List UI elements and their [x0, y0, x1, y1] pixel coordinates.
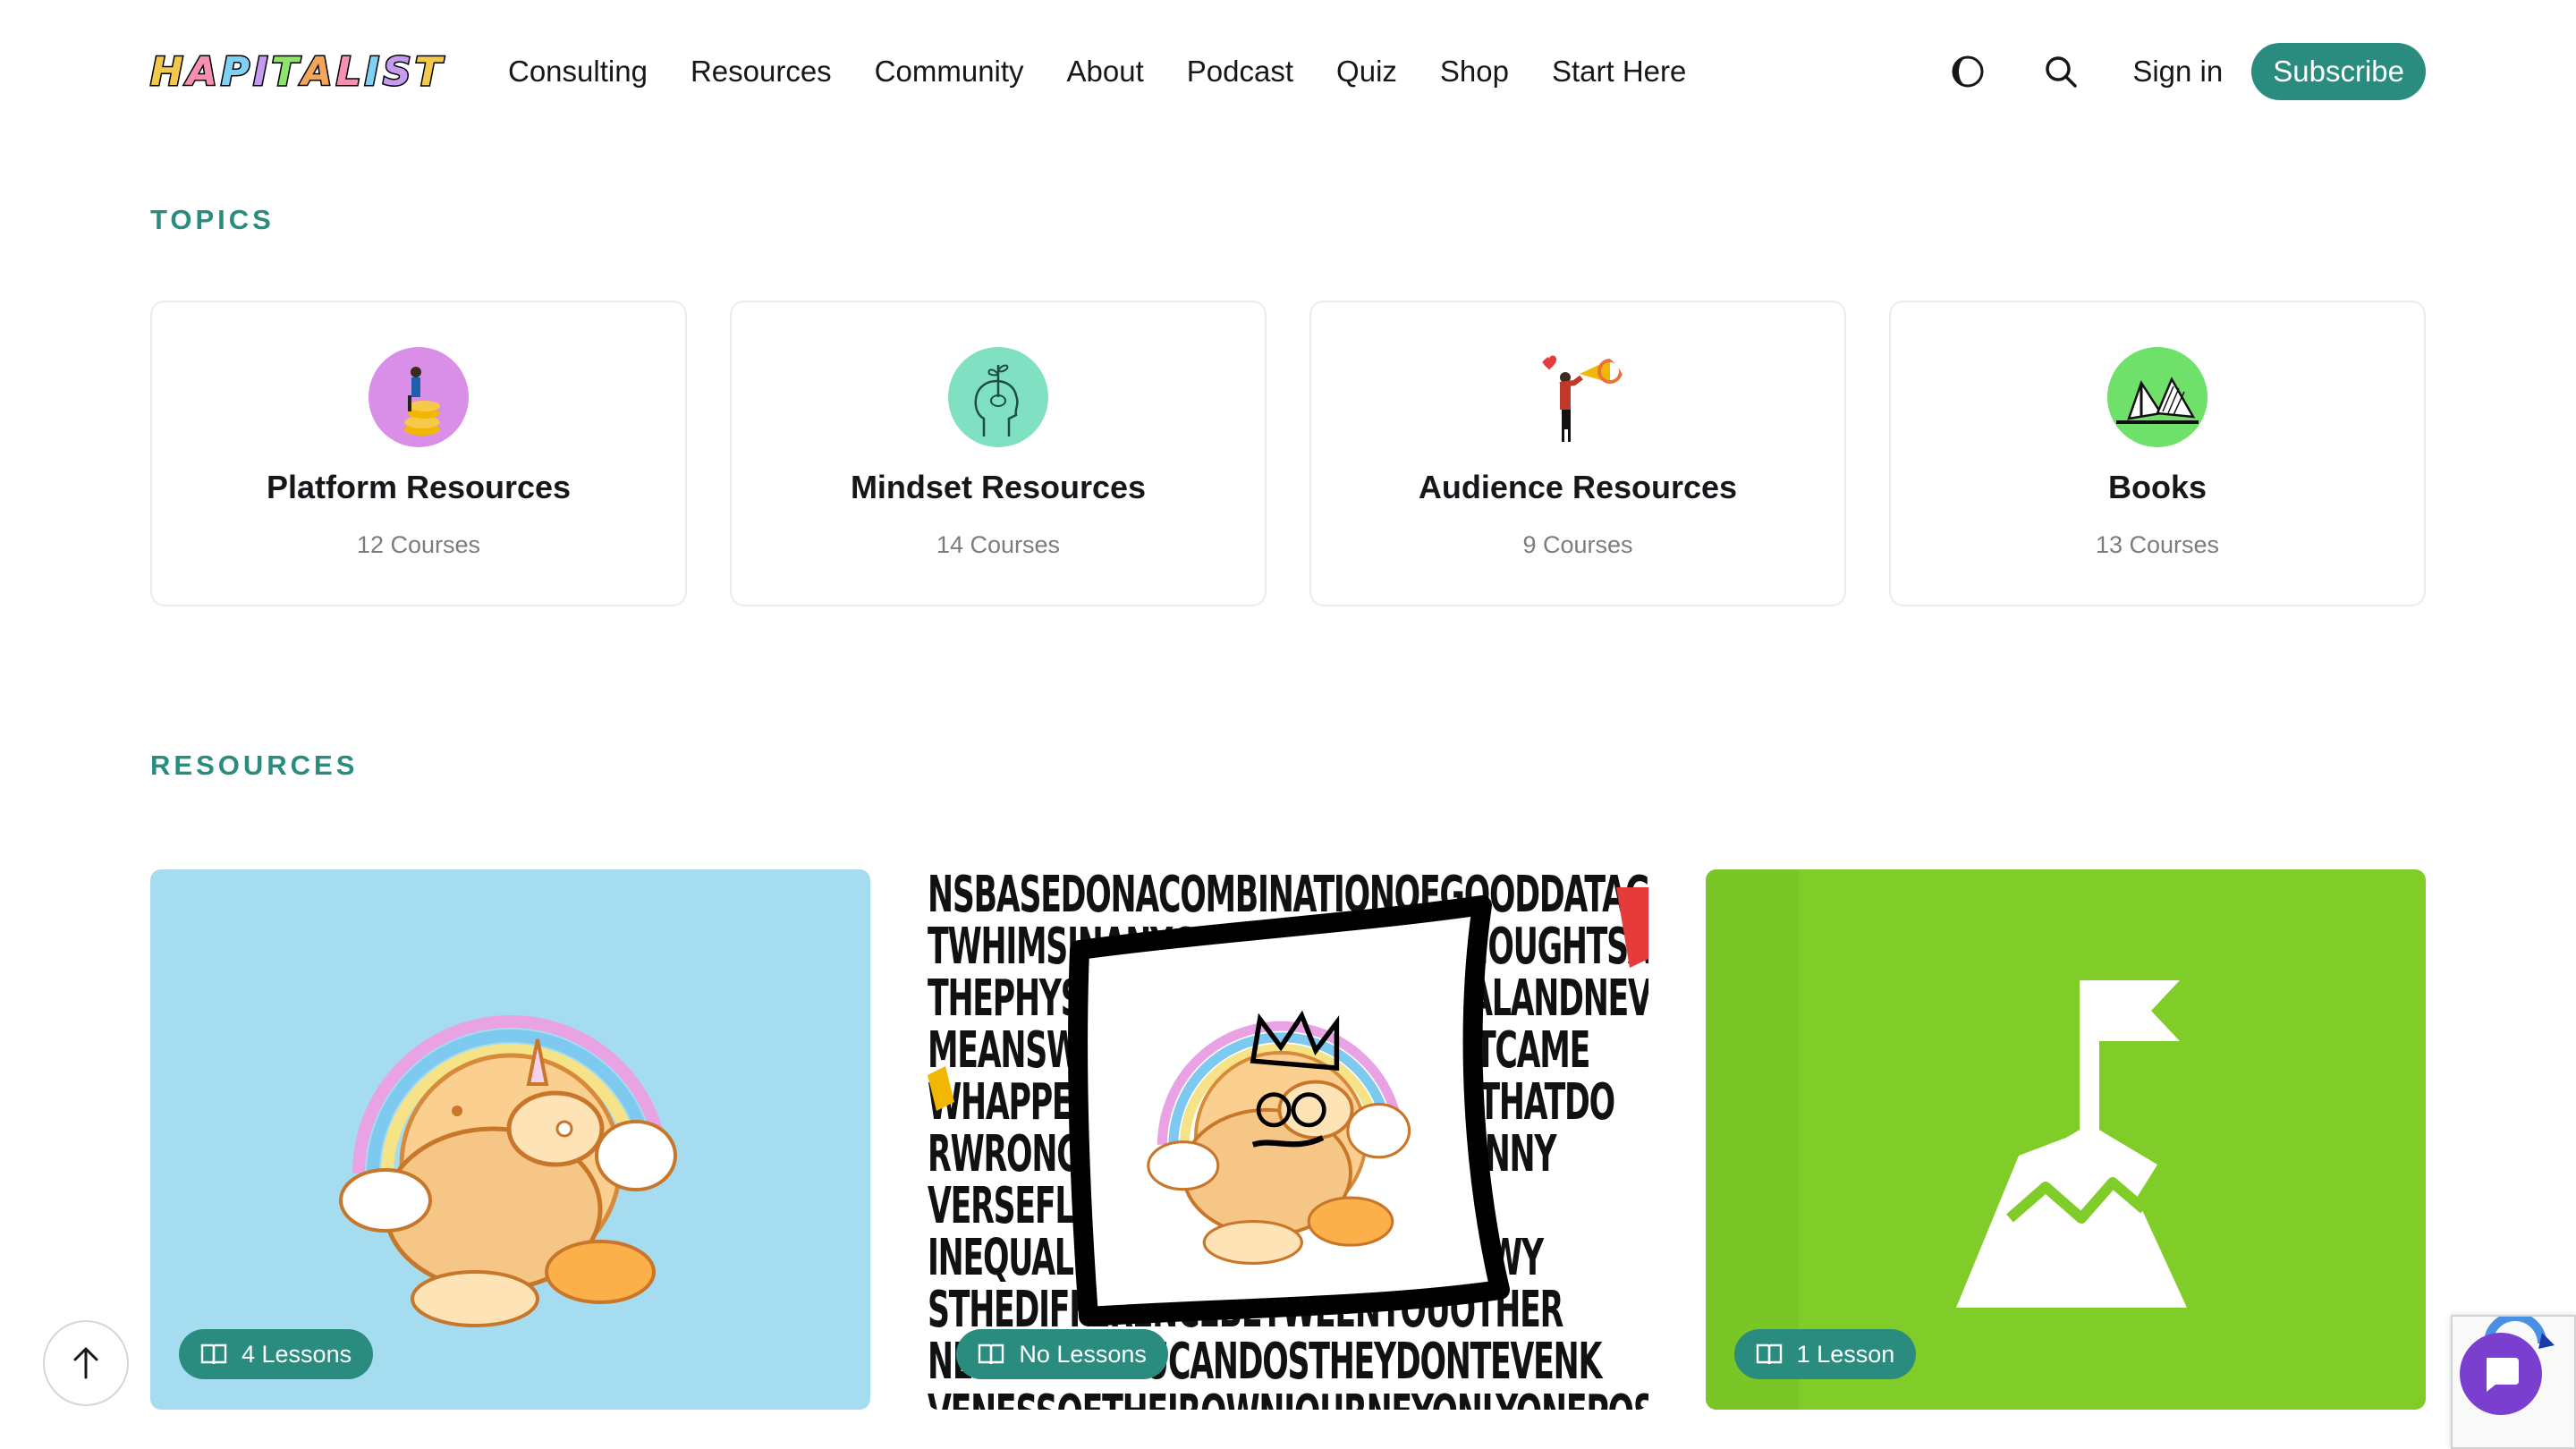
topics-heading: TOPICS — [150, 204, 275, 235]
topics-grid: Platform Resources 12 Courses Mindset Re… — [150, 301, 2426, 606]
site-header: HAPITALIST Consulting Resources Communit… — [0, 0, 2576, 143]
lessons-count: 4 Lessons — [242, 1340, 352, 1368]
subscribe-button[interactable]: Subscribe — [2251, 43, 2426, 100]
nav-shop[interactable]: Shop — [1440, 55, 1509, 89]
nav-resources[interactable]: Resources — [691, 55, 832, 89]
search-button[interactable] — [2039, 50, 2082, 93]
nav-consulting[interactable]: Consulting — [508, 55, 648, 89]
arrow-up-icon — [73, 1347, 98, 1379]
resource-card[interactable]: NSBASEDONACOMBINATIONOFGOODDATAGUTIN TWH… — [928, 869, 1648, 1410]
resource-card[interactable]: 1 Lesson — [1705, 869, 2426, 1410]
lessons-count: No Lessons — [1019, 1340, 1147, 1368]
search-icon — [2046, 56, 2078, 88]
resources-grid: 4 Lessons NSBASEDONACOMBINATIONOFGOODDAT… — [150, 869, 2426, 1410]
chat-launcher-button[interactable] — [2460, 1333, 2542, 1415]
lessons-count: 1 Lesson — [1796, 1340, 1895, 1368]
moon-icon — [1952, 55, 1984, 88]
topic-card-audience[interactable]: Audience Resources 9 Courses — [1309, 301, 1846, 606]
lessons-badge: 1 Lesson — [1733, 1329, 1917, 1379]
topic-course-count: 14 Courses — [936, 531, 1061, 558]
resource-card[interactable]: 4 Lessons — [150, 869, 871, 1410]
chat-bubble-icon — [2487, 1358, 2519, 1392]
lessons-badge: No Lessons — [956, 1329, 1168, 1379]
book-open-icon — [200, 1343, 227, 1365]
book-open-icon — [1756, 1343, 1782, 1365]
topic-title: Books — [2107, 469, 2207, 505]
topic-card-platform[interactable]: Platform Resources 12 Courses — [150, 301, 687, 606]
topic-card-mindset[interactable]: Mindset Resources 14 Courses — [730, 301, 1267, 606]
book-icon — [2107, 347, 2207, 447]
nav-podcast[interactable]: Podcast — [1187, 55, 1293, 89]
main-nav: Consulting Resources Community About Pod… — [508, 47, 1686, 97]
header-actions: Sign in Subscribe — [1946, 43, 2426, 100]
scroll-to-top-button[interactable] — [43, 1320, 129, 1406]
book-open-icon — [979, 1343, 1004, 1365]
nav-quiz[interactable]: Quiz — [1336, 55, 1397, 89]
topic-title: Platform Resources — [266, 469, 572, 505]
nav-community[interactable]: Community — [875, 55, 1024, 89]
head-sprout-icon — [948, 347, 1048, 447]
topic-course-count: 13 Courses — [2095, 531, 2220, 558]
nav-start-here[interactable]: Start Here — [1552, 55, 1686, 89]
coins-person-icon — [369, 347, 469, 447]
topic-card-books[interactable]: Books 13 Courses — [1889, 301, 2426, 606]
sign-in-link[interactable]: Sign in — [2132, 55, 2223, 89]
nav-about[interactable]: About — [1067, 55, 1144, 89]
topic-course-count: 12 Courses — [356, 531, 481, 558]
lessons-badge: 4 Lessons — [179, 1329, 374, 1379]
theme-toggle-button[interactable] — [1946, 50, 1989, 93]
topic-title: Mindset Resources — [850, 469, 1147, 505]
megaphone-person-icon — [1528, 347, 1628, 447]
resources-heading: RESOURCES — [150, 750, 359, 781]
topic-course-count: 9 Courses — [1522, 531, 1633, 558]
site-logo[interactable]: HAPITALIST — [149, 47, 451, 97]
topic-title: Audience Resources — [1418, 469, 1738, 505]
